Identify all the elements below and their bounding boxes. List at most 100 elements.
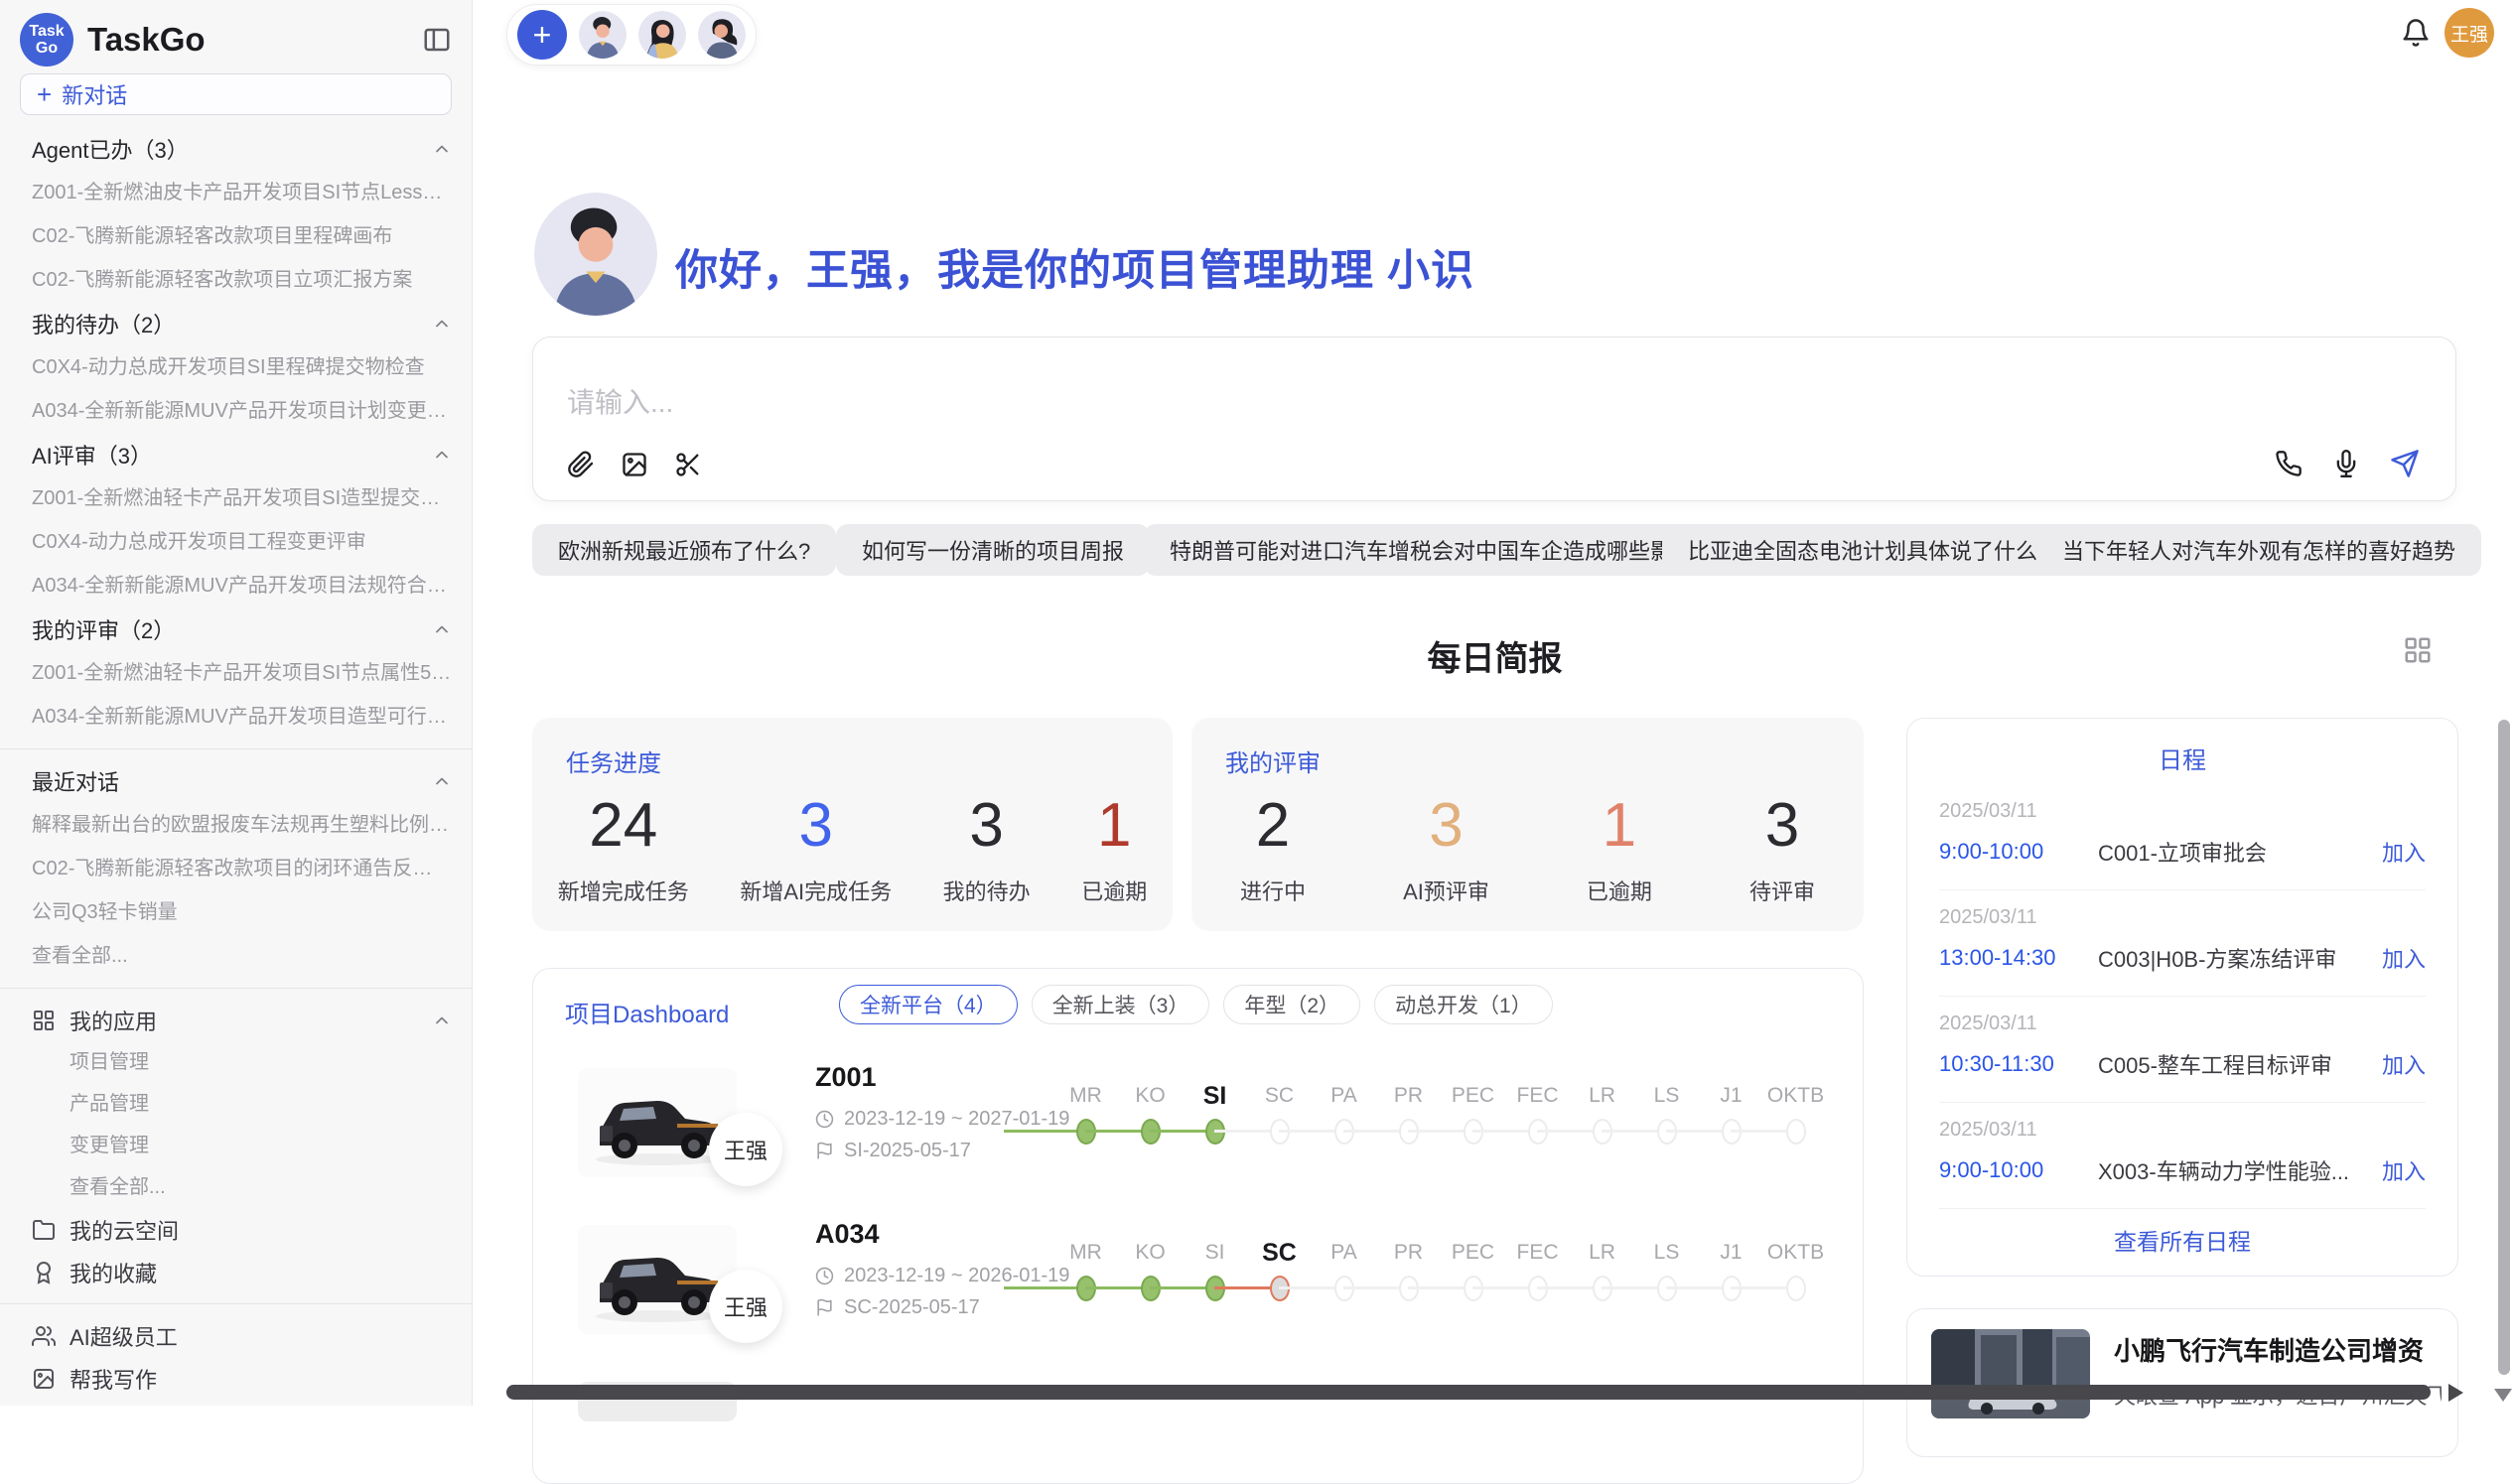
vertical-scrollbar-thumb[interactable] bbox=[2498, 720, 2510, 1375]
avatar[interactable] bbox=[698, 11, 746, 59]
chevron-up-icon[interactable] bbox=[432, 619, 452, 639]
schedule-event: 2025/03/11 9:00-10:00 X003-车辆动力学性能验... 加… bbox=[1939, 1103, 2426, 1209]
tab-new-platform[interactable]: 全新平台（4） bbox=[839, 985, 1018, 1024]
composer-tools-left bbox=[567, 451, 702, 478]
suggestion-chip[interactable]: 当下年轻人对汽车外观有怎样的喜好趋势 bbox=[2036, 524, 2481, 576]
milestone-label: OKTB bbox=[1763, 1080, 1828, 1112]
milestone-label: PEC bbox=[1441, 1080, 1505, 1112]
list-item[interactable]: 解释最新出台的欧盟报废车法规再生塑料比例被调至15%... bbox=[32, 803, 452, 847]
list-item[interactable]: C02-飞腾新能源轻客改款项目的闭环通告反馈情况 bbox=[32, 847, 452, 890]
list-item[interactable]: Z001-全新燃油轻卡产品开发项目SI节点属性5D文件评审 bbox=[32, 651, 452, 695]
join-link[interactable]: 加入 bbox=[2382, 1154, 2426, 1186]
event-time: 10:30-11:30 bbox=[1939, 1051, 2098, 1077]
sidebar-item-favorites[interactable]: 我的收藏 bbox=[32, 1251, 452, 1293]
join-link[interactable]: 加入 bbox=[2382, 836, 2426, 868]
stats-row: 24 新增完成任务 3 新增AI完成任务 3 我的待办 1 已逾期 bbox=[532, 779, 1173, 921]
section-label: 我的待办（2） bbox=[32, 308, 175, 339]
scroll-down-arrow[interactable] bbox=[2494, 1389, 2512, 1402]
scissors-icon[interactable] bbox=[674, 451, 702, 478]
horizontal-scrollbar-thumb[interactable] bbox=[506, 1385, 2431, 1400]
milestone-label: KO bbox=[1118, 1080, 1183, 1112]
list-item[interactable]: C0X4-动力总成开发项目工程变更评审 bbox=[32, 520, 452, 564]
suggestion-chip[interactable]: 欧洲新规最近颁布了什么? bbox=[532, 524, 836, 576]
message-input[interactable] bbox=[567, 381, 1461, 425]
attachment-icon[interactable] bbox=[567, 451, 595, 478]
view-all-chats[interactable]: 查看全部... bbox=[32, 934, 452, 978]
stat-value: 1 bbox=[1603, 795, 1636, 857]
tab-model-year[interactable]: 年型（2） bbox=[1223, 985, 1360, 1024]
sidebar-item-creative-draw[interactable]: 创意制图 bbox=[32, 1400, 452, 1406]
milestone-dot bbox=[1786, 1276, 1806, 1301]
sidebar-item-product-mgmt[interactable]: 产品管理 bbox=[32, 1083, 452, 1125]
chevron-up-icon[interactable] bbox=[432, 314, 452, 334]
section-my-todo[interactable]: 我的待办（2） bbox=[32, 302, 452, 345]
list-item[interactable]: C02-飞腾新能源轻客改款项目里程碑画布 bbox=[32, 214, 452, 258]
sidebar-item-cloud-space[interactable]: 我的云空间 bbox=[32, 1208, 452, 1251]
notification-bell-icon[interactable] bbox=[2401, 18, 2431, 48]
join-link[interactable]: 加入 bbox=[2382, 1048, 2426, 1080]
send-icon[interactable] bbox=[2390, 449, 2420, 478]
section-agent-done[interactable]: Agent已办（3） bbox=[32, 127, 452, 171]
suggestion-chip[interactable]: 如何写一份清晰的项目周报 bbox=[836, 524, 1150, 576]
tab-powertrain[interactable]: 动总开发（1） bbox=[1374, 985, 1553, 1024]
scroll-right-arrow[interactable] bbox=[2448, 1384, 2463, 1402]
sidebar-item-ai-super-staff[interactable]: AI超级员工 bbox=[32, 1314, 452, 1357]
milestone-label: FEC bbox=[1505, 1080, 1570, 1112]
schedule-event: 2025/03/11 10:30-11:30 C005-整车工程目标评审 加入 bbox=[1939, 997, 2426, 1103]
sidebar-item-change-mgmt[interactable]: 变更管理 bbox=[32, 1125, 452, 1166]
list-item[interactable]: C02-飞腾新能源轻客改款项目立项汇报方案 bbox=[32, 258, 452, 302]
image-icon bbox=[32, 1367, 56, 1391]
stat: 1 已逾期 bbox=[1081, 795, 1147, 906]
project-code[interactable]: Z001 bbox=[815, 1062, 877, 1093]
section-recent-chats[interactable]: 最近对话 bbox=[32, 759, 452, 803]
avatar[interactable] bbox=[579, 11, 627, 59]
new-chat-button[interactable]: + 新对话 bbox=[20, 73, 452, 115]
task-progress-card: 任务进度 24 新增完成任务 3 新增AI完成任务 3 我的待办 1 已逾期 bbox=[532, 718, 1173, 931]
suggestion-chip[interactable]: 特朗普可能对进口汽车增税会对中国车企造成哪些影响 bbox=[1144, 524, 1720, 576]
section-ai-review[interactable]: AI评审（3） bbox=[32, 433, 452, 476]
list-item[interactable]: A034-全新新能源MUV产品开发项目造型可行性评审 bbox=[32, 695, 452, 739]
list-item[interactable]: A034-全新新能源MUV产品开发项目法规符合性评审 bbox=[32, 564, 452, 607]
sidebar-collapse-icon[interactable] bbox=[422, 25, 452, 55]
add-session-button[interactable]: + bbox=[517, 10, 567, 60]
layout-grid-icon[interactable] bbox=[2403, 635, 2433, 665]
avatar[interactable] bbox=[638, 11, 686, 59]
milestone-label-current: SI bbox=[1183, 1080, 1247, 1112]
stat-label: 我的待办 bbox=[943, 875, 1031, 906]
list-item[interactable]: Z001-全新燃油皮卡产品开发项目SI节点Lesson Learn报告 bbox=[32, 171, 452, 214]
milestone-label: PA bbox=[1312, 1080, 1376, 1112]
chevron-up-icon[interactable] bbox=[432, 445, 452, 465]
list-item[interactable]: C0X4-动力总成开发项目SI里程碑提交物检查 bbox=[32, 345, 452, 389]
chevron-up-icon[interactable] bbox=[432, 139, 452, 159]
view-all-apps[interactable]: 查看全部... bbox=[32, 1166, 452, 1208]
list-item[interactable]: 公司Q3轻卡销量 bbox=[32, 890, 452, 934]
sidebar-item-project-mgmt[interactable]: 项目管理 bbox=[32, 1041, 452, 1083]
sidebar-item-help-write[interactable]: 帮我写作 bbox=[32, 1357, 452, 1400]
join-link[interactable]: 加入 bbox=[2382, 942, 2426, 974]
stat-label: 进行中 bbox=[1240, 875, 1306, 906]
view-all-schedule-link[interactable]: 查看所有日程 bbox=[1907, 1223, 2457, 1257]
event-title: X003-车辆动力学性能验... bbox=[2098, 1154, 2382, 1186]
chevron-up-icon[interactable] bbox=[432, 771, 452, 791]
section-label: 最近对话 bbox=[32, 765, 119, 797]
news-card[interactable]: 小鹏飞行汽车制造公司增资 天眼查 App 显示，近日广州汇天飞行汽... bbox=[1906, 1308, 2458, 1457]
stat-value: 1 bbox=[1097, 795, 1131, 857]
mic-icon[interactable] bbox=[2332, 450, 2360, 477]
chevron-up-icon[interactable] bbox=[432, 1011, 452, 1030]
suggestion-chip[interactable]: 比亚迪全固态电池计划具体说了什么 bbox=[1662, 524, 2063, 576]
section-my-review[interactable]: 我的评审（2） bbox=[32, 607, 452, 651]
milestone-label: SC bbox=[1247, 1080, 1312, 1112]
user-avatar[interactable]: 王强 bbox=[2444, 8, 2494, 58]
stat: 1 已逾期 bbox=[1587, 795, 1652, 906]
list-item[interactable]: Z001-全新燃油轻卡产品开发项目SI造型提交物评审 bbox=[32, 476, 452, 520]
sidebar-item-my-apps[interactable]: 我的应用 bbox=[32, 999, 452, 1041]
stat-value: 3 bbox=[969, 795, 1003, 857]
stat-value: 3 bbox=[798, 795, 832, 857]
menu-label: 我的云空间 bbox=[70, 1214, 179, 1246]
phone-icon[interactable] bbox=[2275, 450, 2303, 477]
stat-label: 新增AI完成任务 bbox=[740, 875, 892, 906]
list-item[interactable]: A034-全新新能源MUV产品开发项目计划变更表编写 bbox=[32, 389, 452, 433]
project-code[interactable]: A034 bbox=[815, 1219, 880, 1250]
tab-new-body[interactable]: 全新上装（3） bbox=[1032, 985, 1210, 1024]
image-icon[interactable] bbox=[621, 451, 648, 478]
